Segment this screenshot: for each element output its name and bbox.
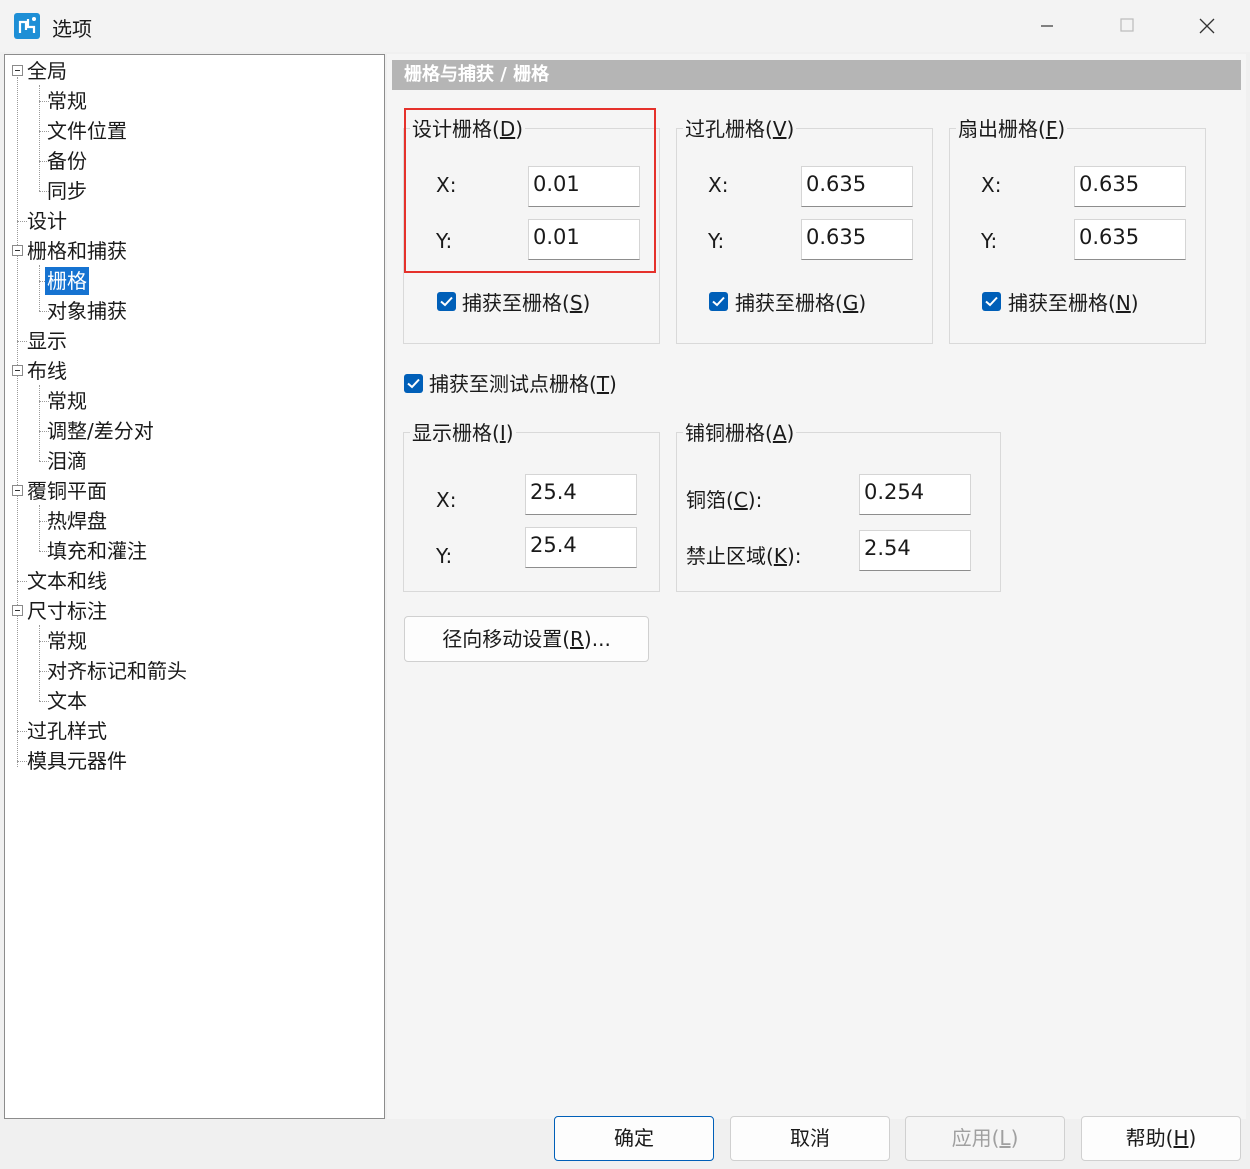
window-title: 选项: [52, 17, 92, 41]
fanout-grid-x-label: X:: [981, 173, 1002, 197]
tree-item-thermals[interactable]: 热焊盘: [47, 507, 107, 535]
via-grid-x-input[interactable]: 0.635: [801, 166, 913, 207]
via-grid-y-input[interactable]: 0.635: [801, 219, 913, 260]
design-grid-snap-checkbox[interactable]: [437, 292, 456, 311]
fanout-grid-snap-label: 捕获至栅格(N): [1008, 291, 1139, 315]
testpoint-snap-label: 捕获至测试点栅格(T): [429, 372, 617, 396]
tree-line: [39, 265, 40, 311]
tree-item-dimensioning[interactable]: 尺寸标注: [27, 597, 107, 625]
tree-item-routing[interactable]: 布线: [27, 357, 67, 385]
tree-item-fill-and-pour[interactable]: 填充和灌注: [47, 537, 147, 565]
tree-item-object-snap[interactable]: 对象捕获: [47, 297, 127, 325]
tree-line: [17, 77, 18, 767]
checkmark-icon: [407, 378, 420, 389]
collapse-toggle-dimensioning[interactable]: [12, 605, 23, 616]
tree-item-teardrops[interactable]: 泪滴: [47, 447, 87, 475]
tree-item-align-marks-arrows[interactable]: 对齐标记和箭头: [47, 657, 187, 685]
display-grid-x-input[interactable]: 25.4: [525, 474, 637, 515]
apply-button[interactable]: 应用(L): [905, 1116, 1065, 1161]
highlight-box: [404, 108, 656, 273]
title-bar[interactable]: 选项: [0, 0, 1250, 52]
tree-item-via-styles[interactable]: 过孔样式: [27, 717, 107, 745]
design-grid-snap-label: 捕获至栅格(S): [462, 291, 591, 315]
tree-item-display[interactable]: 显示: [27, 327, 67, 355]
collapse-toggle-grid-snap[interactable]: [12, 245, 23, 256]
tree-item-routing-general[interactable]: 常规: [47, 387, 87, 415]
display-grid-label: 显示栅格(I): [410, 421, 516, 445]
checkmark-icon: [440, 296, 453, 307]
fanout-grid-y-label: Y:: [981, 229, 998, 253]
copper-input[interactable]: 0.254: [859, 474, 971, 515]
app-icon: [14, 13, 40, 39]
tree-line: [17, 761, 27, 762]
tree-line: [17, 731, 27, 732]
tree-item-global-general[interactable]: 常规: [47, 87, 87, 115]
tree-item-grid[interactable]: 栅格: [45, 267, 89, 295]
collapse-toggle-global[interactable]: [12, 65, 23, 76]
tree-line: [17, 221, 27, 222]
keepout-input[interactable]: 2.54: [859, 530, 971, 571]
maximize-button[interactable]: [1104, 8, 1150, 44]
fanout-grid-y-input[interactable]: 0.635: [1074, 219, 1186, 260]
close-icon: [1199, 18, 1215, 34]
via-grid-snap-label: 捕获至栅格(G): [735, 291, 867, 315]
radial-move-settings-button[interactable]: 径向移动设置(R)...: [404, 616, 649, 662]
checkmark-icon: [985, 296, 998, 307]
pour-grid-label: 铺铜栅格(A): [683, 421, 797, 445]
tree-item-design[interactable]: 设计: [27, 207, 67, 235]
display-grid-y-input[interactable]: 25.4: [525, 527, 637, 568]
tree-item-dim-general[interactable]: 常规: [47, 627, 87, 655]
copper-label: 铜箔(C):: [686, 488, 763, 512]
tree-line: [17, 341, 27, 342]
testpoint-snap-checkbox[interactable]: [404, 374, 423, 393]
fanout-grid-label: 扇出栅格(F): [956, 117, 1068, 141]
ok-button[interactable]: 确定: [554, 1116, 714, 1161]
minimize-button[interactable]: [1024, 8, 1070, 44]
cancel-button[interactable]: 取消: [730, 1116, 890, 1161]
tree-item-copper-plane[interactable]: 覆铜平面: [27, 477, 107, 505]
display-grid-y-label: Y:: [436, 544, 453, 568]
keepout-label: 禁止区域(K):: [686, 544, 802, 568]
options-tree[interactable]: 全局 常规 文件位置 备份 同步 设计 栅格和捕获 栅格 对象捕获 显示 布线 …: [4, 54, 385, 1119]
tree-line: [17, 581, 27, 582]
fanout-grid-snap-checkbox[interactable]: [982, 292, 1001, 311]
via-grid-y-label: Y:: [708, 229, 725, 253]
tree-item-tune-diffpair[interactable]: 调整/差分对: [47, 417, 154, 445]
via-grid-label: 过孔栅格(V): [683, 117, 797, 141]
tree-line: [39, 385, 40, 461]
tree-item-global[interactable]: 全局: [27, 57, 67, 85]
tree-item-sync[interactable]: 同步: [47, 177, 87, 205]
tree-line: [39, 505, 40, 551]
tree-item-grid-and-snap[interactable]: 栅格和捕获: [27, 237, 127, 265]
collapse-toggle-copper-plane[interactable]: [12, 485, 23, 496]
tree-item-file-locations[interactable]: 文件位置: [47, 117, 127, 145]
tree-item-text-and-lines[interactable]: 文本和线: [27, 567, 107, 595]
tree-item-die-components[interactable]: 模具元器件: [27, 747, 127, 775]
display-grid-x-label: X:: [436, 488, 457, 512]
via-grid-x-label: X:: [708, 173, 729, 197]
collapse-toggle-routing[interactable]: [12, 365, 23, 376]
tree-item-dim-text[interactable]: 文本: [47, 687, 87, 715]
via-grid-snap-checkbox[interactable]: [709, 292, 728, 311]
page-title: 栅格与捕获 / 栅格: [392, 60, 1241, 90]
close-button[interactable]: [1184, 8, 1230, 44]
tree-item-backup[interactable]: 备份: [47, 147, 87, 175]
checkmark-icon: [712, 296, 725, 307]
tree-line: [39, 625, 40, 701]
fanout-grid-x-input[interactable]: 0.635: [1074, 166, 1186, 207]
help-button[interactable]: 帮助(H): [1081, 1116, 1241, 1161]
